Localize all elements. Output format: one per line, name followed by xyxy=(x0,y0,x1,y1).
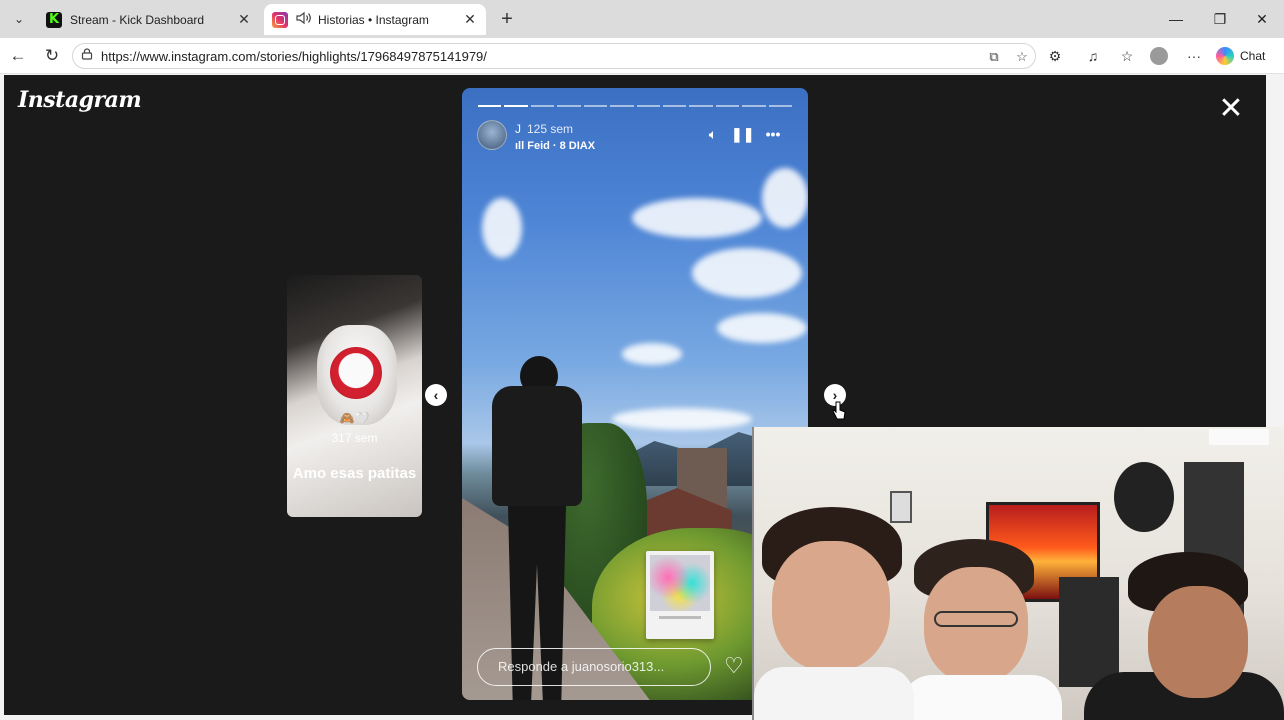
close-viewer-icon[interactable]: ✕ xyxy=(1216,94,1246,125)
copilot-icon xyxy=(1216,47,1234,65)
volume-icon[interactable]: 🔈︎ xyxy=(703,126,723,143)
cloud xyxy=(622,343,682,365)
kick-favicon-icon: K xyxy=(46,11,62,28)
tab-strip: ⌄ K Stream - Kick Dashboard ✕ Historias … xyxy=(0,0,1284,38)
progress-segment xyxy=(610,105,634,107)
cloud xyxy=(612,408,752,430)
chevron-down-icon: ⌄ xyxy=(13,12,25,26)
reply-input[interactable]: Responde a juanosorio313... xyxy=(477,648,711,686)
chat-label: Chat xyxy=(1240,49,1266,63)
favorites-icon[interactable]: ☆ xyxy=(1116,46,1138,66)
favorite-star-icon[interactable]: ☆ xyxy=(1013,48,1031,66)
cloud xyxy=(632,198,762,238)
speaker-icon[interactable] xyxy=(296,11,312,28)
close-tab-icon[interactable]: ✕ xyxy=(462,11,478,28)
music-sticker[interactable] xyxy=(646,551,714,639)
copilot-chat-button[interactable]: Chat xyxy=(1216,44,1265,68)
previous-story-card[interactable]: 🙈🤍 317 sem Amo esas patitas xyxy=(287,275,422,517)
reload-button[interactable]: ↻ xyxy=(40,45,64,67)
cloud xyxy=(717,313,807,343)
instagram-logo[interactable]: Instagram xyxy=(18,87,142,113)
story-avatar xyxy=(330,347,382,399)
new-tab-button[interactable]: + xyxy=(496,8,518,30)
story-header: J 125 sem ıll Feid · 8 DIAX 🔈︎ ❚❚ ••• xyxy=(477,120,793,152)
cloud xyxy=(482,198,522,258)
cloud xyxy=(692,248,802,298)
story-user-avatar[interactable] xyxy=(477,120,507,150)
story-username[interactable]: J xyxy=(515,122,521,136)
person-middle xyxy=(902,539,1062,720)
close-window-button[interactable]: ✕ xyxy=(1240,6,1284,32)
album-art xyxy=(650,555,710,611)
url-text: https://www.instagram.com/stories/highli… xyxy=(101,48,487,64)
progress-segment xyxy=(742,105,766,107)
cloud xyxy=(762,168,808,228)
progress-segment xyxy=(662,105,687,107)
minimize-button[interactable]: — xyxy=(1154,6,1198,32)
site-info-icon[interactable] xyxy=(81,47,93,65)
tab-instagram-stories[interactable]: Historias • Instagram ✕ xyxy=(264,4,486,35)
tab-title: Stream - Kick Dashboard xyxy=(70,12,205,27)
music-bars-icon: ıll xyxy=(515,140,528,152)
story-emoji: 🙈🤍 xyxy=(339,411,370,425)
story-caption: Amo esas patitas xyxy=(292,465,417,482)
instagram-favicon-icon xyxy=(272,11,288,28)
pause-icon[interactable]: ❚❚ xyxy=(731,126,754,143)
person-left xyxy=(754,507,914,720)
person-right xyxy=(1084,552,1284,720)
profile-avatar-icon[interactable] xyxy=(1148,46,1170,66)
story-time: 125 sem xyxy=(527,122,574,136)
story-time: 317 sem xyxy=(331,431,378,445)
maximize-button[interactable]: ❐ xyxy=(1198,6,1242,32)
story-music-label: Feid · 8 DIAX xyxy=(527,140,596,152)
chevron-left-icon: ‹ xyxy=(433,387,439,403)
ceiling-light xyxy=(1209,429,1269,445)
more-options-icon[interactable]: ··· xyxy=(1183,46,1205,66)
progress-segment xyxy=(583,105,608,107)
close-tab-icon[interactable]: ✕ xyxy=(236,11,252,28)
story-progress-bar xyxy=(478,105,793,107)
like-heart-icon[interactable]: ♡ xyxy=(724,654,744,678)
progress-segment xyxy=(530,105,555,107)
tab-actions-menu-button[interactable]: ⌄ xyxy=(6,7,32,31)
progress-segment xyxy=(636,105,660,107)
extensions-icon[interactable]: ⚙ xyxy=(1044,46,1066,66)
story-music[interactable]: ıll Feid · 8 DIAX xyxy=(515,140,595,152)
navigation-bar: ← ↻ https://www.instagram.com/stories/hi… xyxy=(0,38,1284,74)
progress-segment xyxy=(557,105,581,107)
webcam-overlay xyxy=(752,427,1284,720)
progress-segment xyxy=(768,105,793,107)
address-bar[interactable]: https://www.instagram.com/stories/highli… xyxy=(72,43,1036,69)
progress-segment xyxy=(504,105,528,107)
hand-cursor-icon xyxy=(832,401,846,421)
progress-segment xyxy=(478,105,502,107)
story-user-line: J 125 sem xyxy=(515,122,573,136)
more-options-icon[interactable]: ••• xyxy=(763,126,783,142)
tab-title: Historias • Instagram xyxy=(318,12,429,27)
back-button[interactable]: ← xyxy=(6,45,30,67)
open-in-app-icon[interactable]: ⧉ xyxy=(985,48,1003,66)
tab-kick-dashboard[interactable]: K Stream - Kick Dashboard ✕ xyxy=(38,4,260,35)
guitar xyxy=(1114,462,1174,532)
previous-story-button[interactable]: ‹ xyxy=(425,384,447,406)
progress-segment xyxy=(689,105,713,107)
media-control-icon[interactable]: ♫ xyxy=(1082,46,1104,66)
progress-segment xyxy=(715,105,740,107)
